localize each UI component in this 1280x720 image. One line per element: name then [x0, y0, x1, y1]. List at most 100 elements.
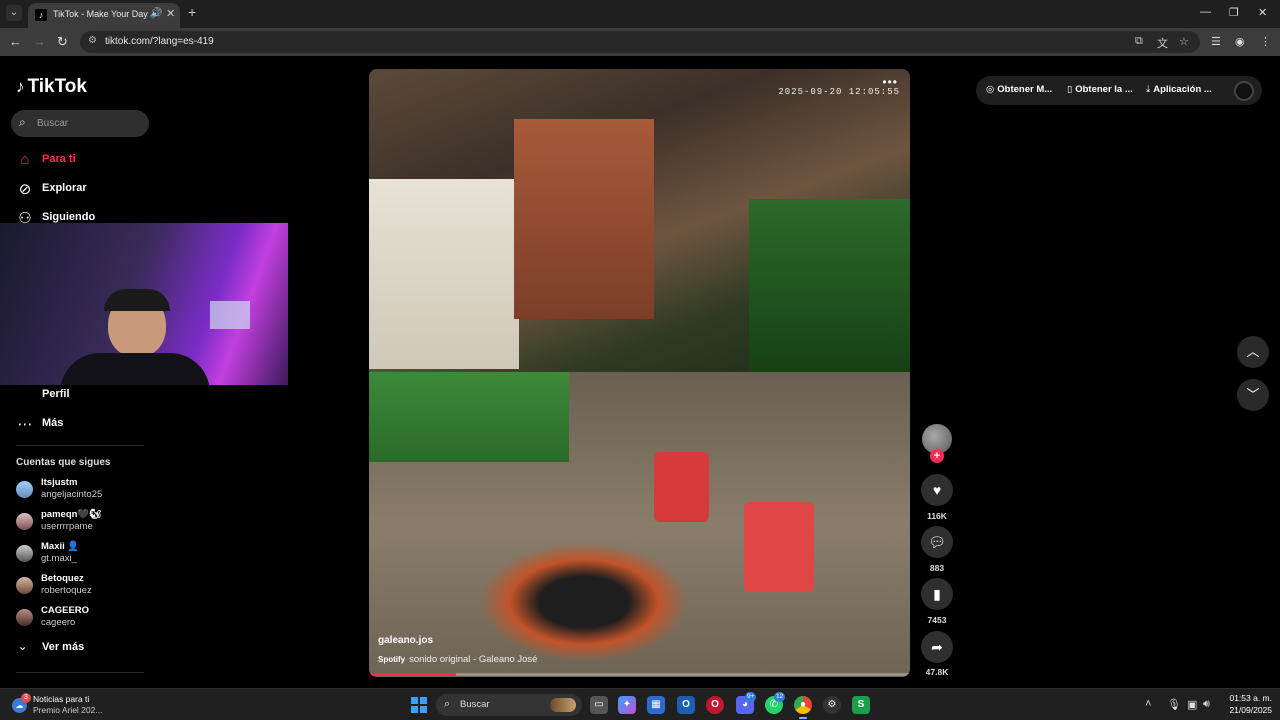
nav-label: Siguiendo	[42, 211, 96, 223]
chrome-icon[interactable]: ●	[794, 696, 812, 714]
followed-account[interactable]: Itsjustm angeljacinto25	[16, 477, 166, 503]
webcam-body	[60, 353, 210, 385]
bookmark-star-icon[interactable]: ☆	[1179, 35, 1189, 48]
site-info-icon[interactable]: ⚙	[88, 35, 97, 46]
store-icon[interactable]: ▦	[647, 696, 665, 714]
video-player[interactable]: ••• 2025-09-20 12:05:55 galeano.jos Spot…	[369, 69, 910, 677]
spotify-label: Spotify	[378, 655, 406, 664]
spreadsheet-app-icon[interactable]: S	[852, 696, 870, 714]
tab-title: TikTok - Make Your Day	[53, 9, 148, 19]
microphone-icon[interactable]: 🎙︎	[1167, 698, 1181, 711]
speaker-icon[interactable]: 🔊	[150, 8, 162, 19]
follow-plus-icon[interactable]: +	[930, 449, 944, 463]
discord-badge: 9+	[745, 692, 757, 702]
nav-label: Para ti	[42, 153, 76, 165]
bookmark-icon: ▮	[933, 586, 941, 602]
restore-button[interactable]: ❐	[1229, 6, 1239, 19]
video-scene-green-wall	[369, 372, 569, 462]
sidebar-divider	[16, 672, 144, 673]
network-icon[interactable]: ▣	[1187, 698, 1197, 711]
next-video-button[interactable]: ﹀	[1237, 379, 1269, 411]
clock-time[interactable]: 01:53 a. m.	[1222, 693, 1272, 703]
translate-icon[interactable]: 文	[1157, 35, 1168, 51]
clock-date[interactable]: 21/09/2025	[1222, 705, 1272, 715]
search-box[interactable]: ⌕	[11, 110, 149, 137]
share-arrow-icon: ➦	[931, 639, 943, 655]
comment-button[interactable]: 💬︎	[921, 526, 953, 558]
opera-icon[interactable]: O	[706, 696, 724, 714]
desktop-app-button[interactable]: ⤓ Aplicación ...	[1146, 84, 1212, 95]
avatar	[16, 545, 33, 562]
close-window-button[interactable]: ✕	[1258, 6, 1267, 19]
tiktok-logo[interactable]: ♪ TikTok	[16, 76, 87, 98]
profile-avatar[interactable]	[1234, 81, 1254, 101]
url-text[interactable]: tiktok.com/?lang=es-419	[105, 36, 214, 47]
top-action-label: Obtener la ...	[1075, 84, 1133, 95]
nav-label: Más	[42, 417, 64, 429]
reload-button[interactable]: ↻	[57, 34, 68, 50]
like-count: 116K	[927, 511, 947, 521]
profile-icon[interactable]: ◉	[1235, 35, 1245, 48]
account-name: Maxii 👤	[41, 541, 80, 552]
start-button[interactable]	[411, 697, 427, 713]
top-action-label: Obtener M...	[997, 84, 1053, 95]
account-handle: gt.maxi_	[41, 553, 77, 564]
share-button[interactable]: ➦	[921, 631, 953, 663]
close-tab-icon[interactable]: ✕	[166, 7, 175, 20]
outlook-icon[interactable]: O	[677, 696, 695, 714]
video-progress-fill	[369, 673, 456, 676]
followed-account[interactable]: Betoquez robertoquez	[16, 573, 166, 599]
top-action-label: Aplicación ...	[1153, 84, 1212, 95]
comment-icon: 💬︎	[928, 534, 946, 550]
cast-icon[interactable]: ⧉	[1135, 35, 1143, 48]
chevron-up-icon[interactable]: ˄	[1145, 698, 1151, 710]
search-icon: ⌕	[19, 115, 26, 129]
steam-icon[interactable]: ⚙	[823, 696, 841, 714]
followed-account[interactable]: CAGEERO cageero	[16, 605, 166, 631]
media-control-icon[interactable]: ☰	[1211, 35, 1221, 48]
download-icon: ⤓	[1146, 84, 1151, 95]
avatar	[16, 577, 33, 594]
avatar	[16, 513, 33, 530]
browser-tab[interactable]: ♪ TikTok - Make Your Day 🔊 ✕	[28, 3, 180, 28]
menu-icon[interactable]: ⋮	[1260, 35, 1271, 48]
previous-video-button[interactable]: ︿	[1237, 336, 1269, 368]
avatar	[16, 609, 33, 626]
account-name: Betoquez	[41, 573, 84, 584]
new-tab-button[interactable]: +	[188, 4, 196, 20]
save-button[interactable]: ▮	[921, 578, 953, 610]
video-author[interactable]: galeano.jos	[378, 635, 433, 646]
account-handle: robertoquez	[41, 585, 92, 596]
nav-explore[interactable]: ⊘ Explorar	[16, 179, 156, 199]
address-bar[interactable]: ⚙ tiktok.com/?lang=es-419 ⧉ 文 ☆	[80, 31, 1200, 53]
minimize-button[interactable]: —	[1200, 6, 1211, 18]
account-name: pameqn🖤🐿	[41, 509, 102, 520]
get-coins-button[interactable]: ◎ Obtener M...	[986, 84, 1052, 95]
tab-search-button[interactable]: ⌄	[6, 5, 22, 21]
camera-timestamp: 2025-09-20 12:05:55	[778, 87, 900, 97]
forward-button[interactable]: →	[33, 34, 46, 49]
video-progress-bar[interactable]	[369, 673, 910, 676]
video-sound[interactable]: Spotify sonido original - Galeano José	[378, 654, 537, 665]
search-highlight-image	[550, 698, 576, 712]
windows-logo-icon	[420, 697, 427, 704]
news-badge: 3	[21, 693, 31, 703]
volume-icon[interactable]: 🔊︎	[1203, 698, 1210, 711]
nav-for-you[interactable]: ⌂ Para ti	[16, 150, 156, 170]
nav-profile[interactable]: Perfil	[16, 385, 156, 405]
taskbar-search[interactable]: ⌕ Buscar	[436, 694, 582, 716]
copilot-icon[interactable]: ✦	[618, 696, 636, 714]
news-widget[interactable]: ☁ 3 Noticias para ti Premio Ariel 202...	[12, 693, 132, 717]
nav-more[interactable]: ⋯ Más	[16, 414, 156, 434]
task-view-icon[interactable]: ▭	[590, 696, 608, 714]
like-button[interactable]: ♥	[921, 474, 953, 506]
back-button[interactable]: ←	[9, 34, 22, 49]
account-handle: cageero	[41, 617, 76, 628]
followed-account[interactable]: pameqn🖤🐿 userrrrpame	[16, 509, 166, 535]
search-input[interactable]	[37, 115, 142, 131]
followed-account[interactable]: Maxii 👤 gt.maxi_	[16, 541, 166, 567]
account-handle: userrrrpame	[41, 521, 93, 532]
get-app-button[interactable]: ▯ Obtener la ...	[1067, 84, 1133, 95]
nav-label: Perfil	[42, 388, 70, 400]
account-handle: angeljacinto25	[41, 489, 103, 500]
